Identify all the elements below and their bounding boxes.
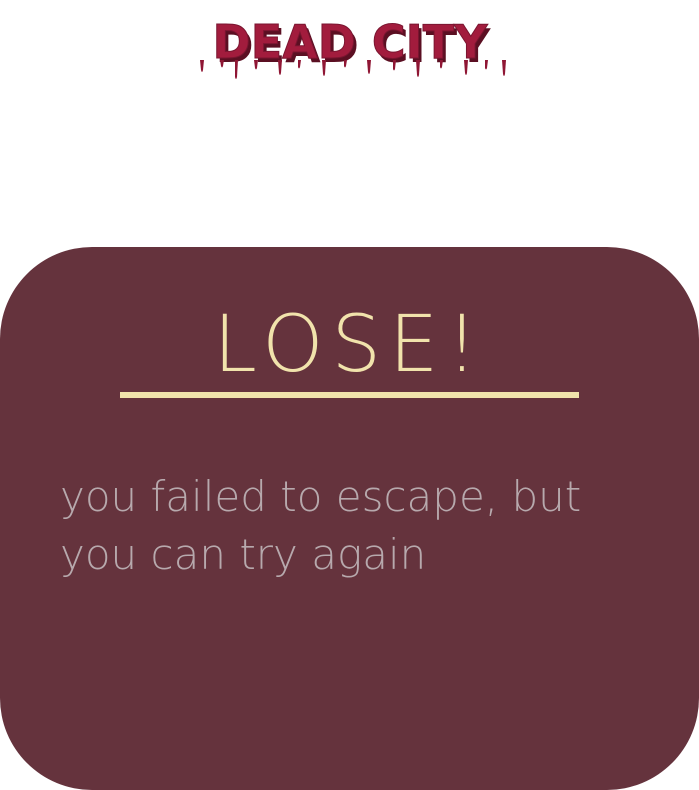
logo-title-text: DEAD CITY bbox=[212, 15, 488, 69]
title-divider bbox=[120, 392, 579, 398]
dripping-blood-logo-icon: DEAD CITY DEAD CITY bbox=[199, 15, 506, 79]
result-message: you failed to escape, but you can try ag… bbox=[60, 472, 582, 579]
result-title: LOSE! bbox=[213, 300, 486, 390]
game-logo: DEAD CITY DEAD CITY bbox=[0, 12, 699, 92]
